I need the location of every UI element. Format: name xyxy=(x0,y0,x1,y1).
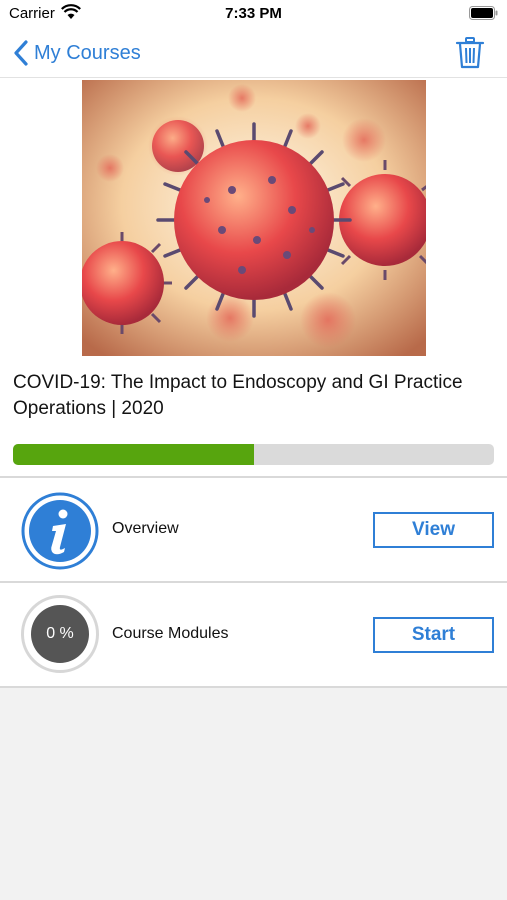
overview-label: Overview xyxy=(112,520,179,537)
back-button[interactable]: My Courses xyxy=(12,38,141,68)
course-image xyxy=(82,80,426,356)
progress-fill xyxy=(13,444,254,465)
info-icon xyxy=(21,492,99,570)
modules-progress-text: 0 % xyxy=(31,605,89,663)
overview-row: Overview View xyxy=(0,478,507,582)
divider xyxy=(0,686,507,688)
start-button[interactable]: Start xyxy=(373,617,494,653)
chevron-left-icon xyxy=(14,40,28,66)
course-title: COVID-19: The Impact to Endoscopy and GI… xyxy=(13,372,463,419)
trash-icon[interactable] xyxy=(455,36,485,70)
view-button[interactable]: View xyxy=(373,512,494,548)
modules-progress-circle: 0 % xyxy=(21,595,99,673)
nav-bar: My Courses xyxy=(0,28,507,78)
course-modules-label: Course Modules xyxy=(112,625,229,642)
back-label: My Courses xyxy=(34,41,141,64)
virus-illustration xyxy=(82,80,426,356)
course-modules-row: 0 % Course Modules Start xyxy=(0,583,507,687)
battery-icon xyxy=(469,6,498,20)
course-progress-bar xyxy=(13,444,494,465)
status-time: 7:33 PM xyxy=(225,5,282,22)
status-bar: Carrier 7:33 PM xyxy=(0,0,507,28)
